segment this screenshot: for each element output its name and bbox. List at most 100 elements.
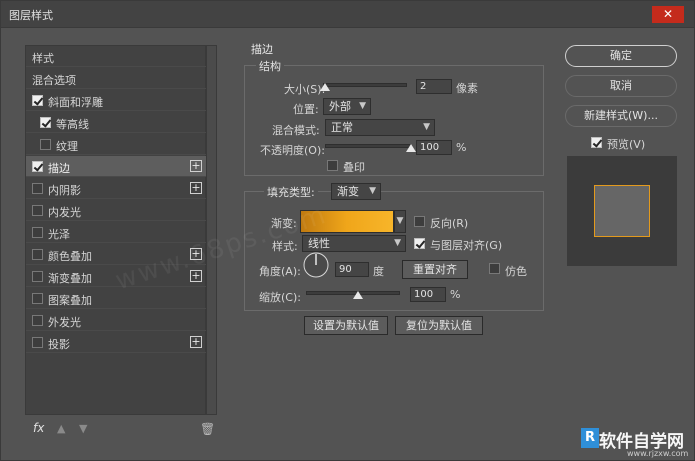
size-slider-thumb[interactable] [319, 83, 330, 91]
style-item-label: 颜色叠加 [48, 250, 92, 263]
add-stroke-icon[interactable]: + [190, 160, 202, 172]
align-with-layer-checkbox[interactable] [414, 238, 425, 249]
preview-checkbox[interactable] [591, 137, 602, 148]
position-value: 外部 [329, 100, 351, 113]
style-item-inner-glow[interactable]: 内发光 [26, 200, 206, 221]
make-default-button[interactable]: 设置为默认值 [304, 316, 388, 335]
reset-to-default-button[interactable]: 复位为默认值 [395, 316, 483, 335]
gradient-dropdown-icon[interactable]: ▼ [394, 210, 406, 233]
style-item-drop-shadow[interactable]: 投影 + [26, 332, 206, 353]
chevron-down-icon: ▼ [359, 101, 366, 111]
cancel-button[interactable]: 取消 [565, 75, 677, 97]
styles-list-scrollbar[interactable] [206, 45, 217, 415]
preview-label: 预览(V) [607, 138, 646, 151]
style-item-label: 描边 [48, 162, 70, 175]
style-preview [567, 156, 677, 266]
texture-checkbox[interactable] [40, 139, 51, 150]
style-item-label: 样式 [32, 52, 54, 65]
position-select[interactable]: 外部 ▼ [323, 98, 371, 115]
logo-mark-icon: R [581, 428, 599, 448]
stroke-checkbox[interactable] [32, 161, 43, 172]
gradient-style-select[interactable]: 线性 ▼ [302, 235, 406, 252]
satin-checkbox[interactable] [32, 227, 43, 238]
align-with-layer-label: 与图层对齐(G) [430, 239, 503, 252]
reset-alignment-button[interactable]: 重置对齐 [402, 260, 468, 279]
add-drop-shadow-icon[interactable]: + [190, 336, 202, 348]
angle-label: 角度(A): [259, 265, 301, 278]
style-item-contour[interactable]: 等高线 [26, 112, 206, 133]
position-label: 位置: [293, 103, 319, 116]
style-item-label: 投影 [48, 338, 70, 351]
opacity-slider-thumb[interactable] [406, 144, 416, 152]
style-item-pattern-overlay[interactable]: 图案叠加 [26, 288, 206, 309]
style-item-texture[interactable]: 纹理 [26, 134, 206, 155]
size-unit: 像素 [456, 82, 478, 95]
angle-dial-icon[interactable] [302, 251, 330, 279]
reverse-label: 反向(R) [430, 217, 469, 230]
inner-shadow-checkbox[interactable] [32, 183, 43, 194]
blend-mode-select[interactable]: 正常 ▼ [325, 119, 435, 136]
style-item-stroke[interactable]: 描边 + [26, 156, 206, 177]
scale-input[interactable]: 100 [410, 287, 446, 302]
logo-url: www.rjzxw.com [627, 449, 689, 458]
size-input[interactable]: 2 [416, 79, 452, 94]
style-item-label: 光泽 [48, 228, 70, 241]
style-item-satin[interactable]: 光泽 [26, 222, 206, 243]
dither-label: 仿色 [505, 265, 527, 278]
style-item-label: 外发光 [48, 316, 81, 329]
opacity-unit: % [456, 141, 467, 154]
reverse-checkbox[interactable] [414, 216, 425, 227]
style-item-label: 纹理 [56, 140, 78, 153]
window-title: 图层样式 [9, 9, 53, 22]
style-item-styles[interactable]: 样式 [26, 46, 206, 67]
style-item-label: 等高线 [56, 118, 89, 131]
style-item-bevel-emboss[interactable]: 斜面和浮雕 [26, 90, 206, 111]
opacity-label: 不透明度(O): [260, 144, 325, 157]
style-item-label: 内阴影 [48, 184, 81, 197]
styles-list: 样式 混合选项 斜面和浮雕 等高线 纹理 描边 + 内阴影 + 内发光 光泽 颜… [25, 45, 206, 415]
dither-checkbox[interactable] [489, 263, 500, 274]
bevel-emboss-checkbox[interactable] [32, 95, 43, 106]
overprint-label: 叠印 [343, 161, 365, 174]
structure-group-title: 结构 [256, 58, 284, 74]
new-style-button[interactable]: 新建样式(W)... [565, 105, 677, 127]
style-item-inner-shadow[interactable]: 内阴影 + [26, 178, 206, 199]
fill-type-value: 渐变 [337, 185, 359, 198]
blend-mode-value: 正常 [331, 121, 353, 134]
opacity-slider-track[interactable] [325, 144, 411, 148]
ok-button[interactable]: 确定 [565, 45, 677, 67]
stroke-section-title: 描边 [251, 43, 273, 56]
pattern-overlay-checkbox[interactable] [32, 293, 43, 304]
style-item-label: 斜面和浮雕 [48, 96, 103, 109]
close-button[interactable]: ✕ [652, 6, 684, 23]
color-overlay-checkbox[interactable] [32, 249, 43, 260]
blend-mode-label: 混合模式: [272, 124, 320, 137]
drop-shadow-checkbox[interactable] [32, 337, 43, 348]
angle-input[interactable]: 90 [335, 262, 369, 277]
style-item-label: 内发光 [48, 206, 81, 219]
fx-icon[interactable]: fx [33, 421, 44, 435]
scale-unit: % [450, 288, 461, 301]
gradient-style-value: 线性 [308, 237, 330, 250]
fill-type-select[interactable]: 渐变 ▼ [331, 183, 381, 200]
style-item-label: 图案叠加 [48, 294, 92, 307]
trash-icon[interactable]: 🗑 [200, 422, 215, 436]
contour-checkbox[interactable] [40, 117, 51, 128]
size-slider-track[interactable] [323, 83, 407, 87]
style-item-blending-options[interactable]: 混合选项 [26, 68, 206, 89]
move-down-icon[interactable]: ▼ [79, 422, 87, 435]
opacity-input[interactable]: 100 [416, 140, 452, 155]
gradient-overlay-checkbox[interactable] [32, 271, 43, 282]
fill-type-label: 填充类型: [264, 184, 318, 200]
move-up-icon[interactable]: ▲ [57, 422, 65, 435]
scale-slider-thumb[interactable] [352, 291, 363, 299]
style-item-outer-glow[interactable]: 外发光 [26, 310, 206, 331]
inner-glow-checkbox[interactable] [32, 205, 43, 216]
site-logo: R 软件自学网 www.rjzxw.com [581, 427, 691, 458]
preview-swatch [594, 185, 650, 237]
outer-glow-checkbox[interactable] [32, 315, 43, 326]
add-inner-shadow-icon[interactable]: + [190, 182, 202, 194]
chevron-down-icon: ▼ [369, 186, 376, 196]
overprint-checkbox[interactable] [327, 160, 338, 171]
title-bar[interactable]: 图层样式 ✕ [1, 1, 694, 28]
